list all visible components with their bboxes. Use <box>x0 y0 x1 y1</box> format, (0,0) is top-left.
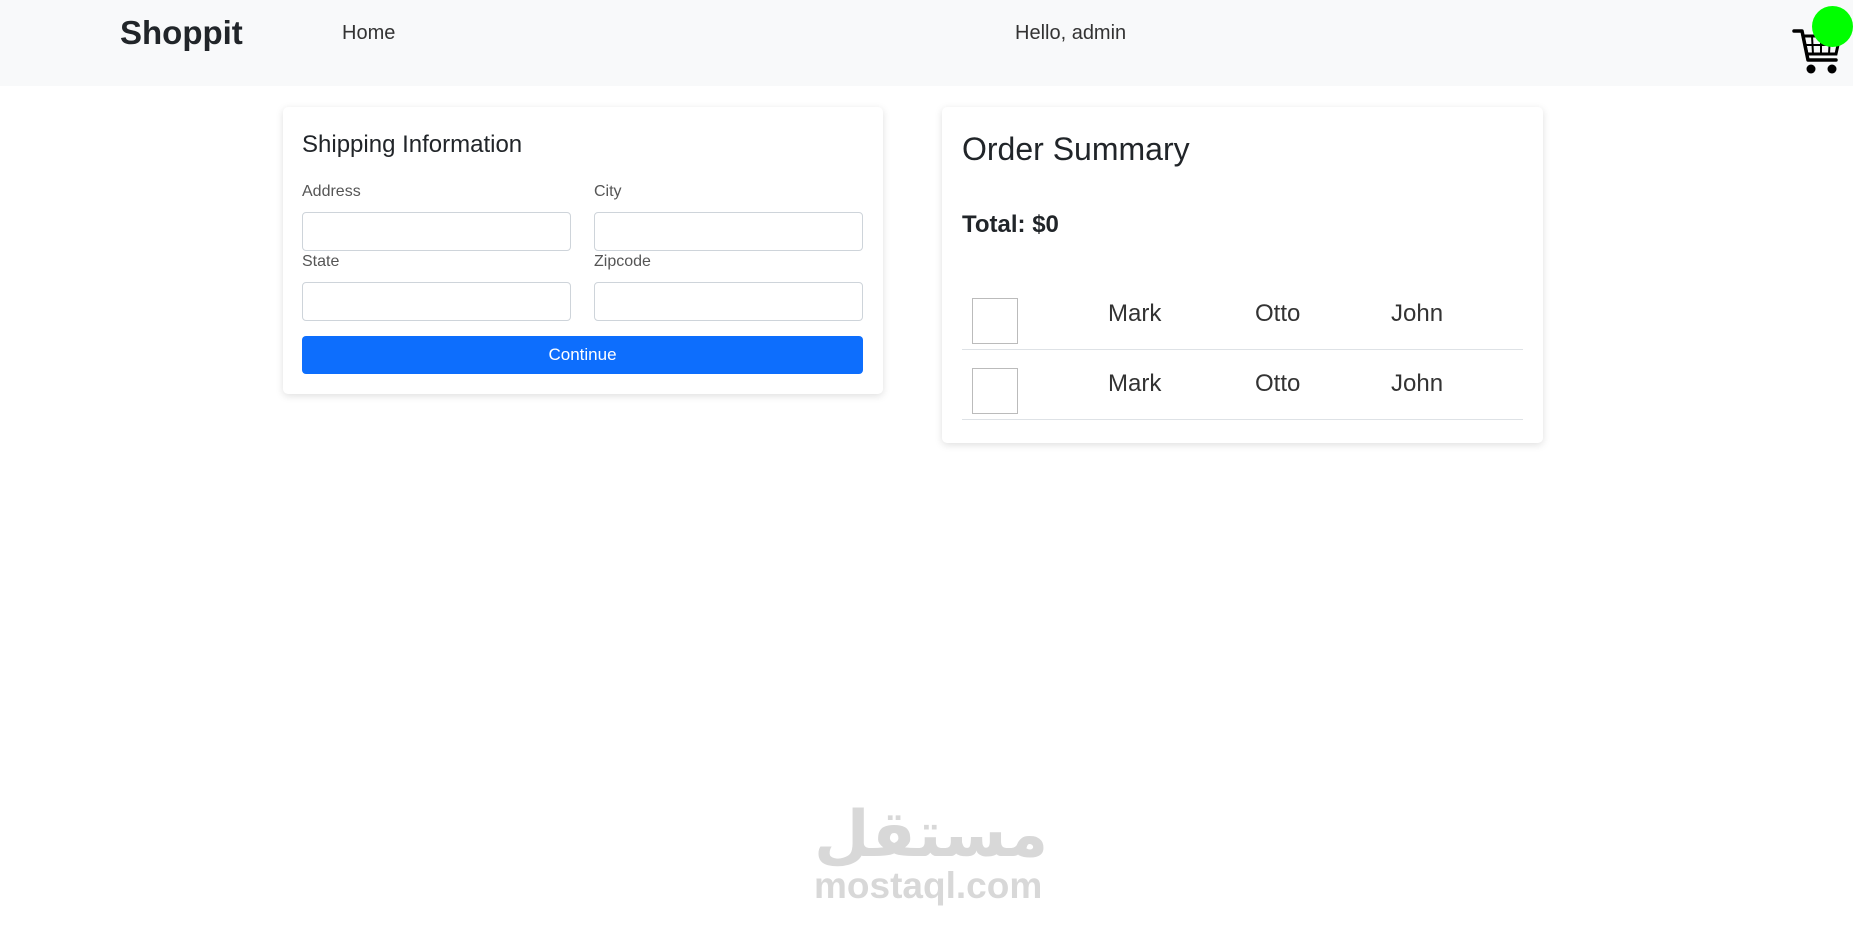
brand-logo[interactable]: Shoppit <box>120 14 243 52</box>
table-row: Mark Otto John <box>962 350 1523 420</box>
nav-link-home[interactable]: Home <box>342 22 395 45</box>
cart-badge <box>1812 6 1853 47</box>
table-cell: John <box>1391 300 1444 327</box>
zipcode-label: Zipcode <box>594 253 651 270</box>
order-summary-title: Order Summary <box>962 131 1190 167</box>
table-cell: Otto <box>1255 300 1301 327</box>
watermark: مستقل mostaql.com <box>814 798 1049 906</box>
shipping-title: Shipping Information <box>302 131 523 158</box>
order-total: Total: $0 <box>962 211 1059 238</box>
table-cell: John <box>1391 370 1444 397</box>
watermark-arabic: مستقل <box>814 798 1049 870</box>
watermark-latin: mostaql.com <box>814 865 1043 906</box>
table-row: Mark Otto John <box>962 280 1523 350</box>
state-input[interactable] <box>302 282 571 321</box>
table-cell: Mark <box>1108 300 1162 327</box>
order-table: Mark Otto John Mark Otto John <box>962 280 1523 420</box>
city-input[interactable] <box>594 212 863 251</box>
table-cell: Mark <box>1108 370 1162 397</box>
order-summary-card: Order Summary Total: $0 Mark Otto John M… <box>942 107 1543 443</box>
zipcode-input[interactable] <box>594 282 863 321</box>
navbar: Shoppit Home Hello, admin <box>0 0 1853 86</box>
address-input[interactable] <box>302 212 571 251</box>
product-image-icon <box>972 368 1018 414</box>
user-greeting: Hello, admin <box>1015 22 1127 44</box>
table-cell: Otto <box>1255 370 1301 397</box>
city-label: City <box>594 183 622 200</box>
address-label: Address <box>302 183 361 200</box>
state-label: State <box>302 253 340 270</box>
shipping-card: Shipping Information Address City State … <box>283 107 883 394</box>
continue-button[interactable]: Continue <box>302 336 863 374</box>
product-image-icon <box>972 298 1018 344</box>
